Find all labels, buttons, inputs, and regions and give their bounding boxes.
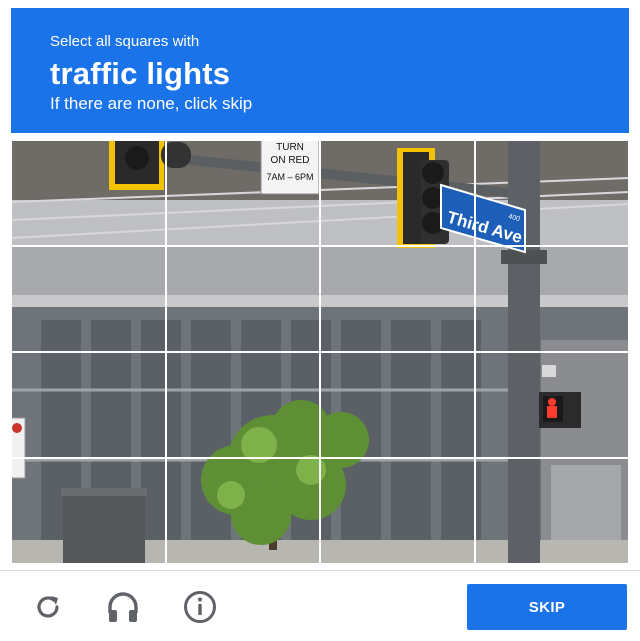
reload-icon[interactable] — [30, 589, 66, 625]
grid-tile[interactable] — [474, 246, 629, 352]
grid-tile[interactable] — [165, 458, 320, 564]
grid-tile[interactable] — [11, 458, 166, 564]
headphones-icon[interactable] — [105, 589, 141, 625]
tile-grid — [11, 140, 629, 564]
challenge-header: Select all squares with traffic lights I… — [11, 8, 629, 133]
skip-button[interactable]: SKIP — [467, 584, 627, 630]
info-icon[interactable] — [182, 589, 218, 625]
grid-tile[interactable] — [474, 458, 629, 564]
challenge-image-grid: TURN ON RED 7AM – 6PM Third Ave 400 — [11, 140, 629, 564]
grid-tile[interactable] — [320, 352, 475, 458]
grid-tile[interactable] — [320, 246, 475, 352]
grid-tile[interactable] — [474, 140, 629, 246]
grid-tile[interactable] — [165, 246, 320, 352]
target-object-title: traffic lights — [50, 56, 231, 91]
instruction-text: Select all squares with — [50, 33, 200, 50]
grid-tile[interactable] — [11, 140, 166, 246]
grid-tile[interactable] — [320, 140, 475, 246]
grid-tile[interactable] — [11, 246, 166, 352]
challenge-footer: SKIP — [0, 570, 640, 641]
grid-tile[interactable] — [11, 352, 166, 458]
grid-tile[interactable] — [165, 352, 320, 458]
grid-tile[interactable] — [165, 140, 320, 246]
grid-tile[interactable] — [320, 458, 475, 564]
hint-text: If there are none, click skip — [50, 94, 253, 113]
grid-tile[interactable] — [474, 352, 629, 458]
